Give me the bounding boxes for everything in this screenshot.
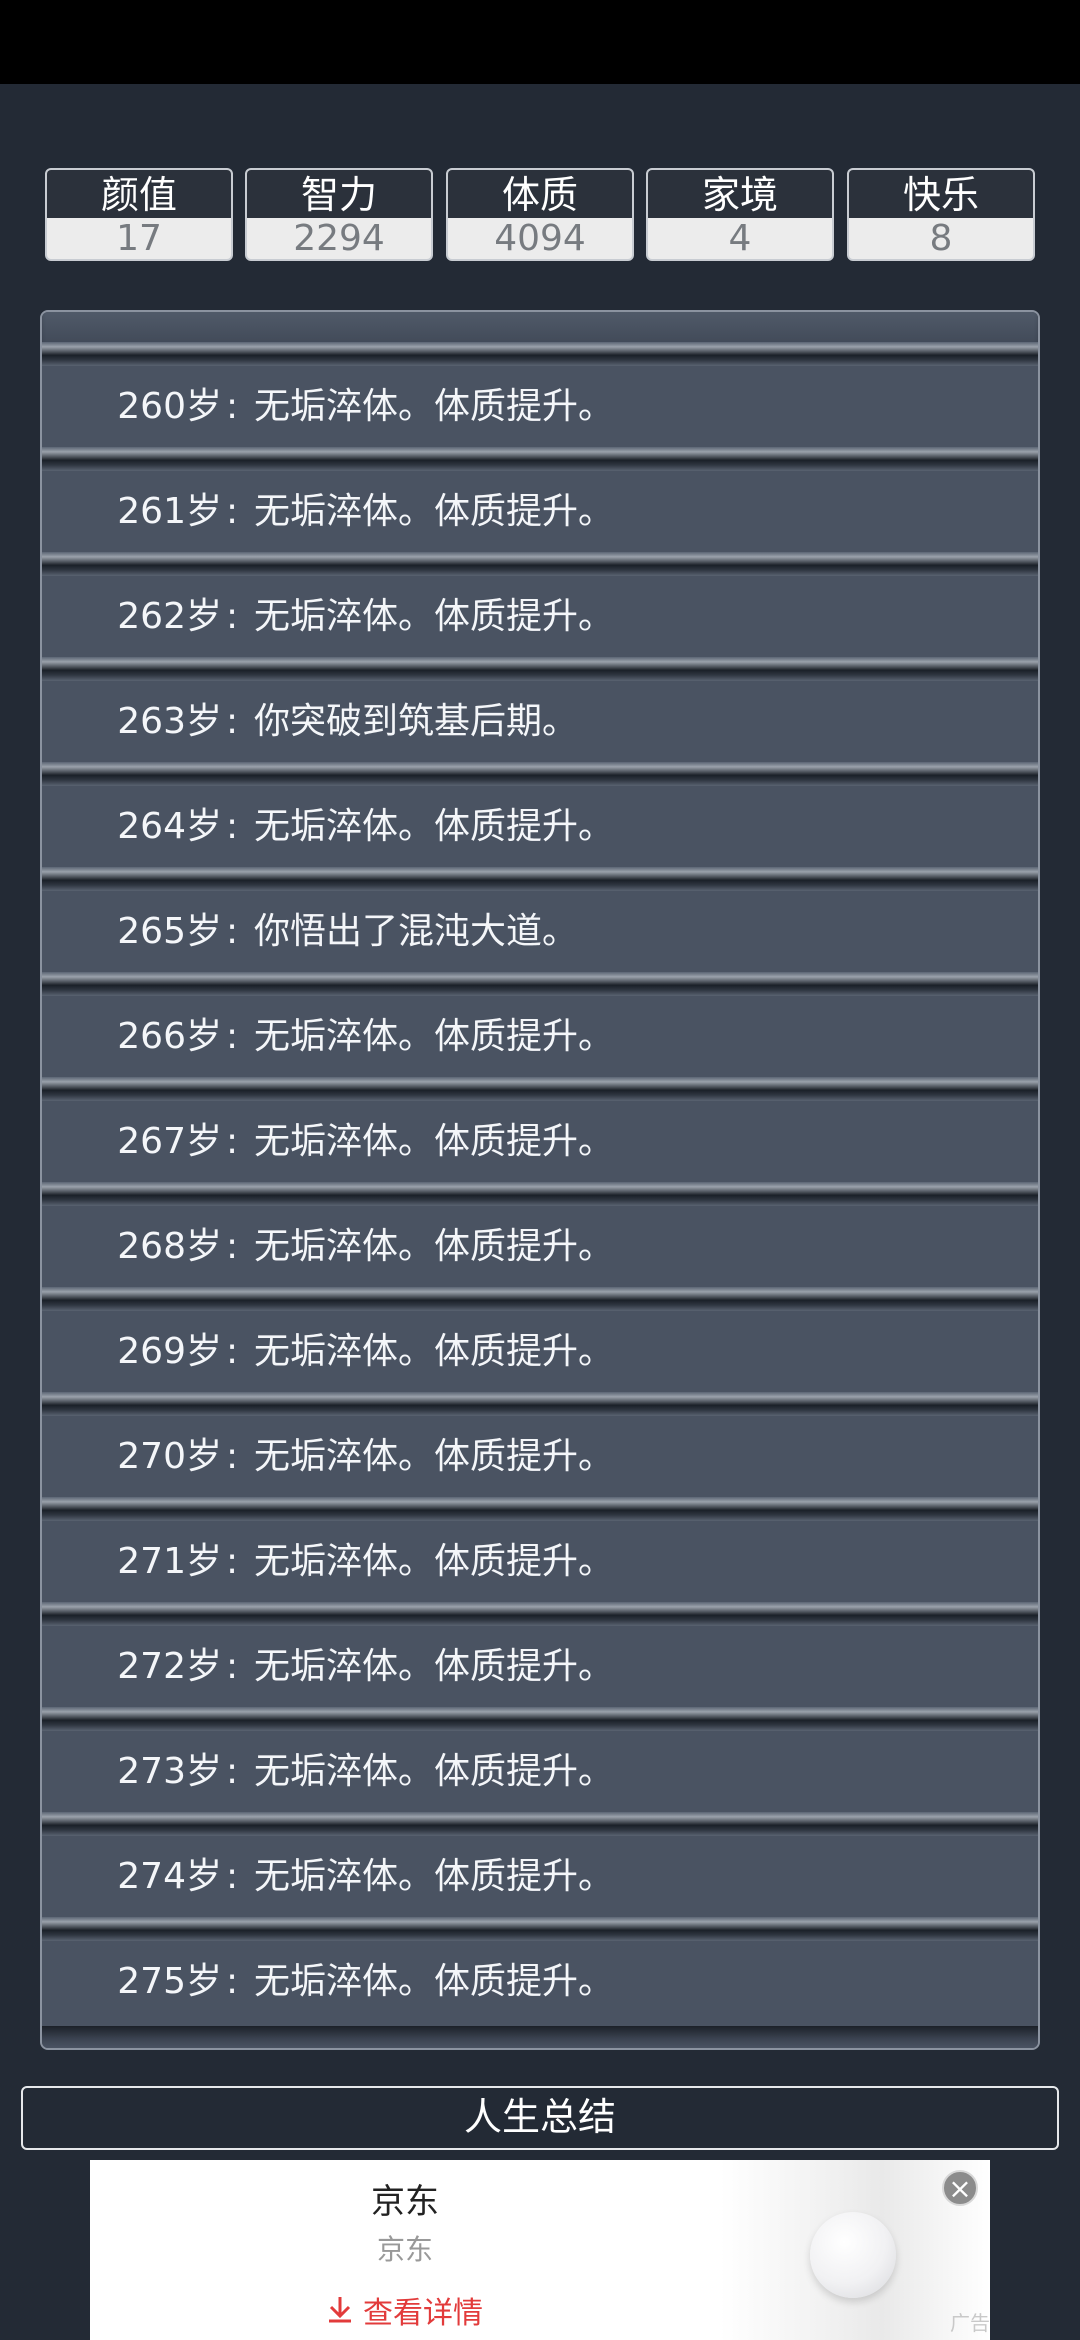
log-row: 272岁: 无垢淬体。体质提升。 [42, 1602, 1038, 1719]
stat-happiness: 快乐 8 [847, 168, 1035, 261]
stat-label: 体质 [448, 170, 632, 218]
row-separator: : [226, 701, 239, 742]
attribute-stats: 颜值 17 智力 2294 体质 4094 家境 4 快乐 8 [45, 168, 1035, 264]
ad-banner[interactable]: 京东 京东 查看详情 × 广告 [90, 2160, 990, 2340]
stat-value: 4 [728, 218, 752, 259]
row-separator: : [226, 1961, 239, 2002]
row-event: 无垢淬体。体质提升。 [254, 1226, 615, 1267]
download-icon [327, 2295, 353, 2331]
row-event: 无垢淬体。体质提升。 [254, 806, 615, 847]
log-row: 262岁: 无垢淬体。体质提升。 [42, 552, 1038, 669]
row-separator: : [226, 1436, 239, 1477]
row-age: 273岁 [117, 1751, 222, 1792]
stat-value: 2294 [293, 218, 385, 259]
ad-subtitle: 京东 [376, 2233, 433, 2266]
ad-title: 京东 [371, 2182, 439, 2222]
row-event: 无垢淬体。体质提升。 [254, 1856, 615, 1897]
stat-label: 智力 [247, 170, 431, 218]
row-event: 无垢淬体。体质提升。 [254, 596, 615, 637]
row-event: 无垢淬体。体质提升。 [254, 1646, 615, 1687]
row-event: 你悟出了混沌大道。 [254, 911, 579, 952]
row-event: 无垢淬体。体质提升。 [254, 1121, 615, 1162]
row-age: 264岁 [117, 806, 222, 847]
log-row: 261岁: 无垢淬体。体质提升。 [42, 447, 1038, 564]
stat-value: 4094 [494, 218, 586, 259]
stat-value: 8 [929, 218, 953, 259]
ad-label: 广告 [950, 2311, 990, 2335]
row-age: 275岁 [117, 1961, 222, 2002]
life-summary-button[interactable]: 人生总结 [21, 2086, 1059, 2150]
row-separator: : [226, 1541, 239, 1582]
log-row: 268岁: 无垢淬体。体质提升。 [42, 1182, 1038, 1299]
log-row: 269岁: 无垢淬体。体质提升。 [42, 1287, 1038, 1404]
log-row: 274岁: 无垢淬体。体质提升。 [42, 1812, 1038, 1929]
log-row: 273岁: 无垢淬体。体质提升。 [42, 1707, 1038, 1824]
row-separator: : [226, 491, 239, 532]
ad-product-shape [810, 2212, 896, 2298]
row-age: 265岁 [117, 911, 222, 952]
row-separator: : [226, 386, 239, 427]
row-age: 270岁 [117, 1436, 222, 1477]
row-event: 无垢淬体。体质提升。 [254, 1961, 615, 2002]
row-event: 你突破到筑基后期。 [254, 701, 579, 742]
row-separator: : [226, 1121, 239, 1162]
row-event: 无垢淬体。体质提升。 [254, 1541, 615, 1582]
row-age: 272岁 [117, 1646, 222, 1687]
stat-appearance: 颜值 17 [45, 168, 233, 261]
log-row: 260岁: 无垢淬体。体质提升。 [42, 342, 1038, 459]
log-row: 266岁: 无垢淬体。体质提升。 [42, 972, 1038, 1089]
row-age: 268岁 [117, 1226, 222, 1267]
row-age: 262岁 [117, 596, 222, 637]
row-separator: : [226, 1331, 239, 1372]
row-separator: : [226, 596, 239, 637]
log-row: 271岁: 无垢淬体。体质提升。 [42, 1497, 1038, 1614]
log-row: 265岁: 你悟出了混沌大道。 [42, 867, 1038, 984]
row-event: 无垢淬体。体质提升。 [254, 1016, 615, 1057]
ad-view-details-button[interactable]: 查看详情 [90, 2288, 720, 2332]
row-age: 260岁 [117, 386, 222, 427]
row-separator: : [226, 911, 239, 952]
row-event: 无垢淬体。体质提升。 [254, 1751, 615, 1792]
stat-family: 家境 4 [646, 168, 834, 261]
row-age: 267岁 [117, 1121, 222, 1162]
row-age: 261岁 [117, 491, 222, 532]
stat-label: 快乐 [849, 170, 1033, 218]
close-icon[interactable]: × [942, 2170, 978, 2206]
row-event: 无垢淬体。体质提升。 [254, 386, 615, 427]
log-row: 267岁: 无垢淬体。体质提升。 [42, 1077, 1038, 1194]
status-bar [0, 0, 1080, 84]
row-separator: : [226, 1751, 239, 1792]
row-separator: : [226, 1646, 239, 1687]
log-row-partial [42, 2026, 1038, 2048]
row-separator: : [226, 1226, 239, 1267]
row-age: 263岁 [117, 701, 222, 742]
row-separator: : [226, 806, 239, 847]
stat-constitution: 体质 4094 [446, 168, 634, 261]
life-event-log[interactable]: 260岁: 无垢淬体。体质提升。 261岁: 无垢淬体。体质提升。 262岁: 无垢淬… [40, 310, 1040, 2050]
row-age: 274岁 [117, 1856, 222, 1897]
log-row: 270岁: 无垢淬体。体质提升。 [42, 1392, 1038, 1509]
ad-cta-label: 查看详情 [363, 2296, 483, 2331]
row-event: 无垢淬体。体质提升。 [254, 1331, 615, 1372]
row-separator: : [226, 1016, 239, 1057]
stat-label: 家境 [648, 170, 832, 218]
row-separator: : [226, 1856, 239, 1897]
stat-intelligence: 智力 2294 [245, 168, 433, 261]
log-row: 264岁: 无垢淬体。体质提升。 [42, 762, 1038, 879]
stat-label: 颜值 [47, 170, 231, 218]
log-row: 263岁: 你突破到筑基后期。 [42, 657, 1038, 774]
log-row: 275岁: 无垢淬体。体质提升。 [42, 1917, 1038, 2034]
row-event: 无垢淬体。体质提升。 [254, 491, 615, 532]
row-age: 266岁 [117, 1016, 222, 1057]
row-event: 无垢淬体。体质提升。 [254, 1436, 615, 1477]
row-age: 271岁 [117, 1541, 222, 1582]
row-age: 269岁 [117, 1331, 222, 1372]
stat-value: 17 [116, 218, 162, 259]
